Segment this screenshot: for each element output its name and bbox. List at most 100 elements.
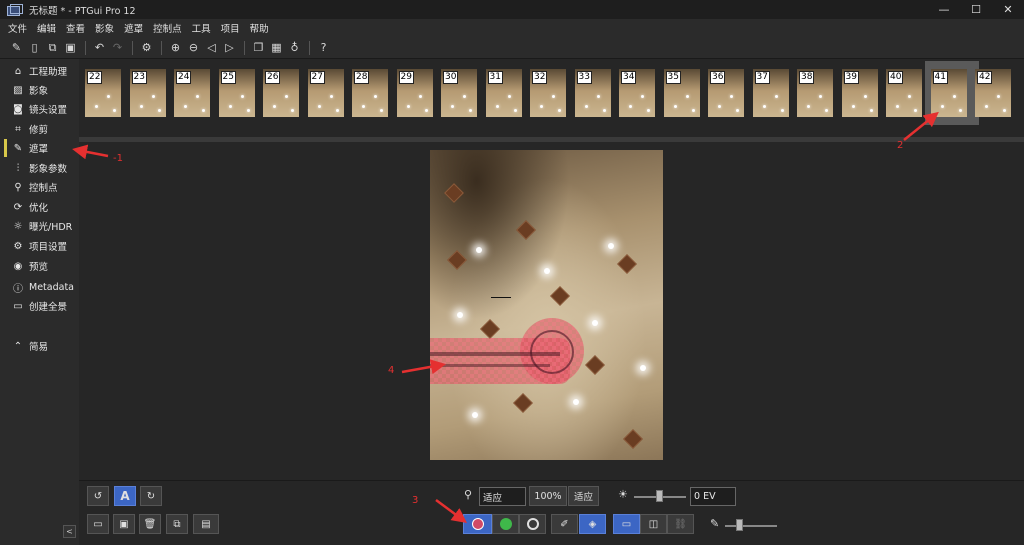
menu-mask[interactable]: 遮罩	[124, 21, 143, 35]
thumbnail-item[interactable]: 28	[352, 69, 388, 117]
sidebar-item-lens-settings[interactable]: ◙ 镜头设置	[0, 100, 79, 118]
thumbnail-item[interactable]: 37	[752, 69, 789, 117]
thumbnail-item[interactable]: 31	[485, 69, 522, 117]
title-bar: 无标题 * - PTGui Pro 12 — ☐ ✕	[0, 0, 1024, 19]
collapse-sidebar-button[interactable]: <	[63, 525, 76, 538]
thumbnail-highlight	[673, 105, 677, 108]
thumbnail-item[interactable]: 36	[708, 69, 744, 117]
thumbnail-highlight	[95, 105, 98, 108]
sidebar-item-exposure-hdr[interactable]: ☼ 曝光/HDR	[0, 217, 79, 235]
sidebar-item-metadata[interactable]: ⓘ Metadata	[0, 278, 79, 296]
zoom-out-icon[interactable]: ⊖	[185, 39, 202, 56]
auto-button[interactable]: A	[114, 486, 136, 506]
thumbnail-highlight	[647, 109, 650, 112]
delete-mask-button[interactable]: 🗑	[139, 514, 161, 534]
brush-size-slider-thumb[interactable]	[736, 519, 743, 531]
help-icon[interactable]: ?	[315, 39, 332, 56]
thumbnail-item[interactable]: 32	[530, 69, 566, 117]
sidebar-item-image-parameters[interactable]: ⫶ 影象参数	[0, 159, 79, 177]
thumbnail-item[interactable]: 33	[574, 69, 611, 117]
redo-icon[interactable]: ↷	[109, 39, 126, 56]
thumbnail-item[interactable]: 22	[85, 69, 121, 117]
sidebar-item-create-panorama[interactable]: ▭ 创建全景	[0, 297, 79, 315]
crop-icon: ⌗	[15, 123, 21, 135]
sidebar-item-crop[interactable]: ⌗ 修剪	[0, 120, 79, 138]
open-mask-button[interactable]: ▭	[87, 514, 109, 534]
exposure-input[interactable]: 0 EV	[690, 487, 736, 506]
next-icon[interactable]: ▷	[221, 39, 238, 56]
sidebar-item-simple[interactable]: ⌃ 简易	[0, 337, 79, 355]
rotate-right-button[interactable]: ↻	[140, 486, 162, 506]
toolbar: ✎ ▯ ⧉ ▣ ↶ ↷ ⚙ ⊕ ⊖ ◁ ▷ ❐ ▦ ♁ ?	[0, 37, 1024, 59]
menu-project[interactable]: 项目	[221, 21, 240, 35]
zoom-fit-button[interactable]: 适应	[568, 486, 599, 506]
floor-tile	[447, 250, 467, 270]
close-button[interactable]: ✕	[992, 0, 1024, 19]
exposure-slider-thumb[interactable]	[656, 490, 663, 502]
thumbnail-item[interactable]: 26	[263, 69, 299, 117]
zoom-input[interactable]: 适应	[479, 487, 526, 506]
thumbnail-number: 28	[354, 71, 370, 84]
brush-size-slider-track[interactable]	[725, 525, 777, 527]
thumbnail-item[interactable]: 30	[441, 69, 477, 117]
green-dot-icon	[499, 518, 512, 530]
menu-images[interactable]: 影象	[95, 21, 114, 35]
red-mask-button[interactable]	[463, 514, 492, 534]
sidebar-item-project-assistant[interactable]: ⌂ 工程助理	[0, 62, 79, 80]
menu-file[interactable]: 文件	[8, 21, 27, 35]
rotate-left-button[interactable]: ↺	[87, 486, 109, 506]
new-project-icon[interactable]: ✎	[8, 39, 25, 56]
link-button[interactable]: ⛓	[667, 514, 694, 534]
menu-view[interactable]: 查看	[66, 21, 85, 35]
add-images-icon[interactable]: ⧉	[44, 39, 61, 56]
clear-mask-button[interactable]	[519, 514, 546, 534]
fill-button[interactable]: ◈	[579, 514, 606, 534]
thumbnail-item[interactable]: 38	[797, 69, 833, 117]
zoom-100-button[interactable]: 100%	[529, 486, 567, 506]
thumbnail-item[interactable]: 34	[619, 69, 655, 117]
sidebar-item-project-settings[interactable]: ⚙ 项目设置	[0, 237, 79, 255]
previous-icon[interactable]: ◁	[203, 39, 220, 56]
menu-edit[interactable]: 编辑	[37, 21, 56, 35]
thumbnail-item[interactable]: 35	[663, 69, 700, 117]
thumbnail-item[interactable]: 24	[174, 69, 210, 117]
sidebar-item-images[interactable]: ▨ 影象	[0, 81, 79, 99]
save-icon[interactable]: ▣	[62, 39, 79, 56]
empty-circle-icon	[526, 518, 539, 530]
open-file-icon[interactable]: ▯	[26, 39, 43, 56]
table-icon[interactable]: ▦	[268, 39, 285, 56]
ceiling-light-reflection	[640, 365, 646, 371]
lightbulb-icon[interactable]: ♁	[286, 39, 303, 56]
sidebar-item-optimize[interactable]: ⟳ 优化	[0, 198, 79, 216]
thumbnail-highlight	[495, 105, 499, 108]
sidebar-item-preview[interactable]: ◉ 预览	[0, 257, 79, 275]
settings-icon[interactable]: ⚙	[138, 39, 155, 56]
source-image[interactable]	[430, 150, 663, 460]
green-mask-button[interactable]	[492, 514, 519, 534]
menu-help[interactable]: 帮助	[250, 21, 269, 35]
sidebar-item-mask[interactable]: ✎ 遮罩	[0, 139, 79, 157]
thumbnail-item[interactable]: 41	[930, 69, 967, 117]
panorama-editor-icon[interactable]: ❐	[250, 39, 267, 56]
save-mask-button[interactable]: ▣	[113, 514, 135, 534]
single-view-button[interactable]: ▭	[613, 514, 640, 534]
menu-control-points[interactable]: 控制点	[153, 21, 182, 35]
zoom-in-icon[interactable]: ⊕	[167, 39, 184, 56]
thumbnail-item[interactable]: 25	[218, 69, 255, 117]
menu-tools[interactable]: 工具	[192, 21, 211, 35]
thumbnail-item[interactable]: 40	[886, 69, 922, 117]
mask-editor-canvas[interactable]	[79, 142, 1024, 480]
thumbnail-item[interactable]: 42	[975, 69, 1011, 117]
eraser-button[interactable]: ✐	[551, 514, 578, 534]
thumbnail-item[interactable]: 39	[841, 69, 878, 117]
thumbnail-item[interactable]: 29	[396, 69, 433, 117]
thumbnail-item[interactable]: 23	[129, 69, 166, 117]
undo-icon[interactable]: ↶	[91, 39, 108, 56]
paste-mask-button[interactable]: ▤	[193, 514, 219, 534]
dual-view-button[interactable]: ◫	[640, 514, 667, 534]
minimize-button[interactable]: —	[928, 0, 960, 19]
sidebar-item-control-points[interactable]: ⚲ 控制点	[0, 178, 79, 196]
thumbnail-item[interactable]: 27	[307, 69, 344, 117]
copy-mask-button[interactable]: ⧉	[166, 514, 188, 534]
maximize-button[interactable]: ☐	[960, 0, 992, 19]
